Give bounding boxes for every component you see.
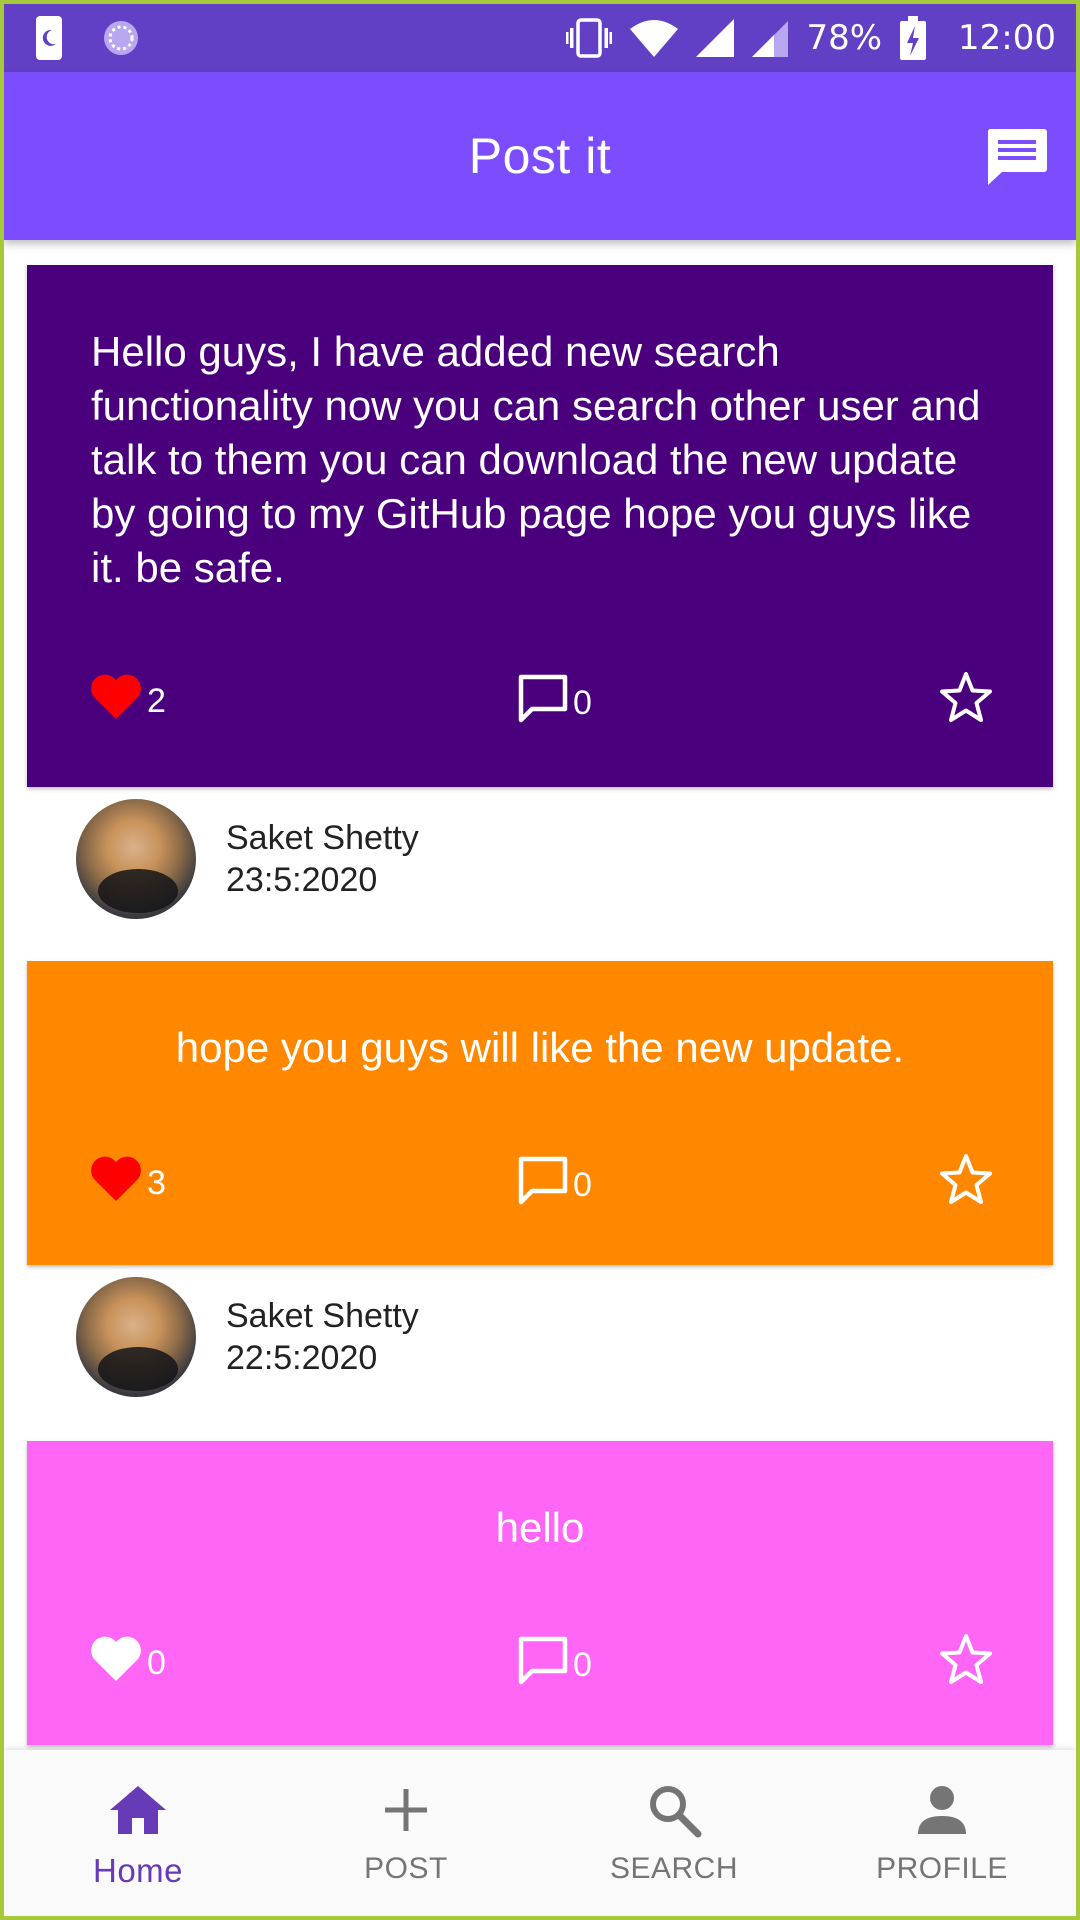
like-button[interactable]: 2 — [89, 673, 166, 730]
vibrate-icon — [566, 18, 613, 58]
post-body[interactable]: Hello guys, I have added new search func… — [27, 265, 1053, 787]
post-date: 23:5:2020 — [226, 861, 378, 899]
comment-icon — [517, 1635, 569, 1696]
app-screen: 78% 12:00 Post it Hello guys, I have add… — [4, 4, 1076, 1916]
post-feed[interactable]: Hello guys, I have added new search func… — [4, 240, 1076, 1750]
home-icon — [108, 1780, 168, 1840]
favorite-button[interactable] — [939, 671, 993, 732]
signal-icon-2 — [752, 19, 789, 57]
plus-icon — [383, 1780, 429, 1840]
heart-icon — [89, 1155, 143, 1212]
signal-icon — [696, 19, 735, 57]
post-body[interactable]: hello 0 0 — [27, 1441, 1053, 1745]
nav-label: Home — [92, 1852, 184, 1889]
app-title: Post it — [468, 128, 612, 184]
like-count: 3 — [147, 1164, 166, 1202]
battery-percent: 78% — [806, 18, 883, 58]
person-icon — [916, 1780, 968, 1840]
comment-count: 0 — [573, 1166, 592, 1204]
post-text: hope you guys will like the new update. — [175, 1024, 905, 1071]
loading-icon — [102, 19, 140, 57]
post-text: Hello guys, I have added new search func… — [91, 328, 981, 591]
heart-icon — [89, 1635, 143, 1692]
like-button[interactable]: 3 — [89, 1155, 166, 1212]
nav-item-post[interactable]: POST — [272, 1750, 540, 1916]
author-name: Saket Shetty — [226, 1297, 419, 1335]
like-count: 0 — [147, 1644, 166, 1682]
post-author[interactable]: Saket Shetty 23:5:2020 — [4, 787, 1076, 927]
heart-icon — [89, 673, 143, 730]
app-bar: Post it — [4, 72, 1076, 240]
wifi-icon — [630, 19, 679, 57]
like-button[interactable]: 0 — [89, 1635, 166, 1692]
star-icon — [939, 1633, 993, 1694]
nav-item-home[interactable]: Home — [4, 1750, 272, 1916]
status-bar: 78% 12:00 — [4, 4, 1076, 72]
messages-button[interactable] — [982, 124, 1052, 194]
search-icon — [646, 1780, 702, 1840]
comment-button[interactable]: 0 — [517, 673, 592, 734]
clock: 12:00 — [958, 18, 1056, 58]
star-icon — [939, 671, 993, 732]
nav-item-search[interactable]: SEARCH — [540, 1750, 808, 1916]
post-date: 22:5:2020 — [226, 1339, 378, 1377]
message-icon — [986, 127, 1048, 192]
comment-button[interactable]: 0 — [517, 1155, 592, 1216]
comment-count: 0 — [573, 684, 592, 722]
favorite-button[interactable] — [939, 1633, 993, 1694]
like-count: 2 — [147, 682, 166, 720]
favorite-button[interactable] — [939, 1153, 993, 1214]
star-icon — [939, 1153, 993, 1214]
nav-label: POST — [364, 1852, 448, 1885]
comment-count: 0 — [573, 1646, 592, 1684]
post-author[interactable]: Saket Shetty 22:5:2020 — [4, 1265, 1076, 1405]
post-body[interactable]: hope you guys will like the new update. … — [27, 961, 1053, 1265]
nav-label: PROFILE — [876, 1852, 1008, 1885]
battery-charging-icon — [900, 16, 927, 60]
bottom-navigation: Home POST SEARCH PROFILE — [4, 1750, 1076, 1916]
nav-label: SEARCH — [609, 1852, 739, 1885]
comment-icon — [517, 1155, 569, 1216]
comment-icon — [517, 673, 569, 734]
avatar — [76, 799, 196, 919]
author-name: Saket Shetty — [226, 819, 419, 857]
moon-icon — [36, 16, 62, 60]
comment-button[interactable]: 0 — [517, 1635, 592, 1696]
avatar — [76, 1277, 196, 1397]
nav-item-profile[interactable]: PROFILE — [808, 1750, 1076, 1916]
post-text: hello — [495, 1504, 585, 1551]
